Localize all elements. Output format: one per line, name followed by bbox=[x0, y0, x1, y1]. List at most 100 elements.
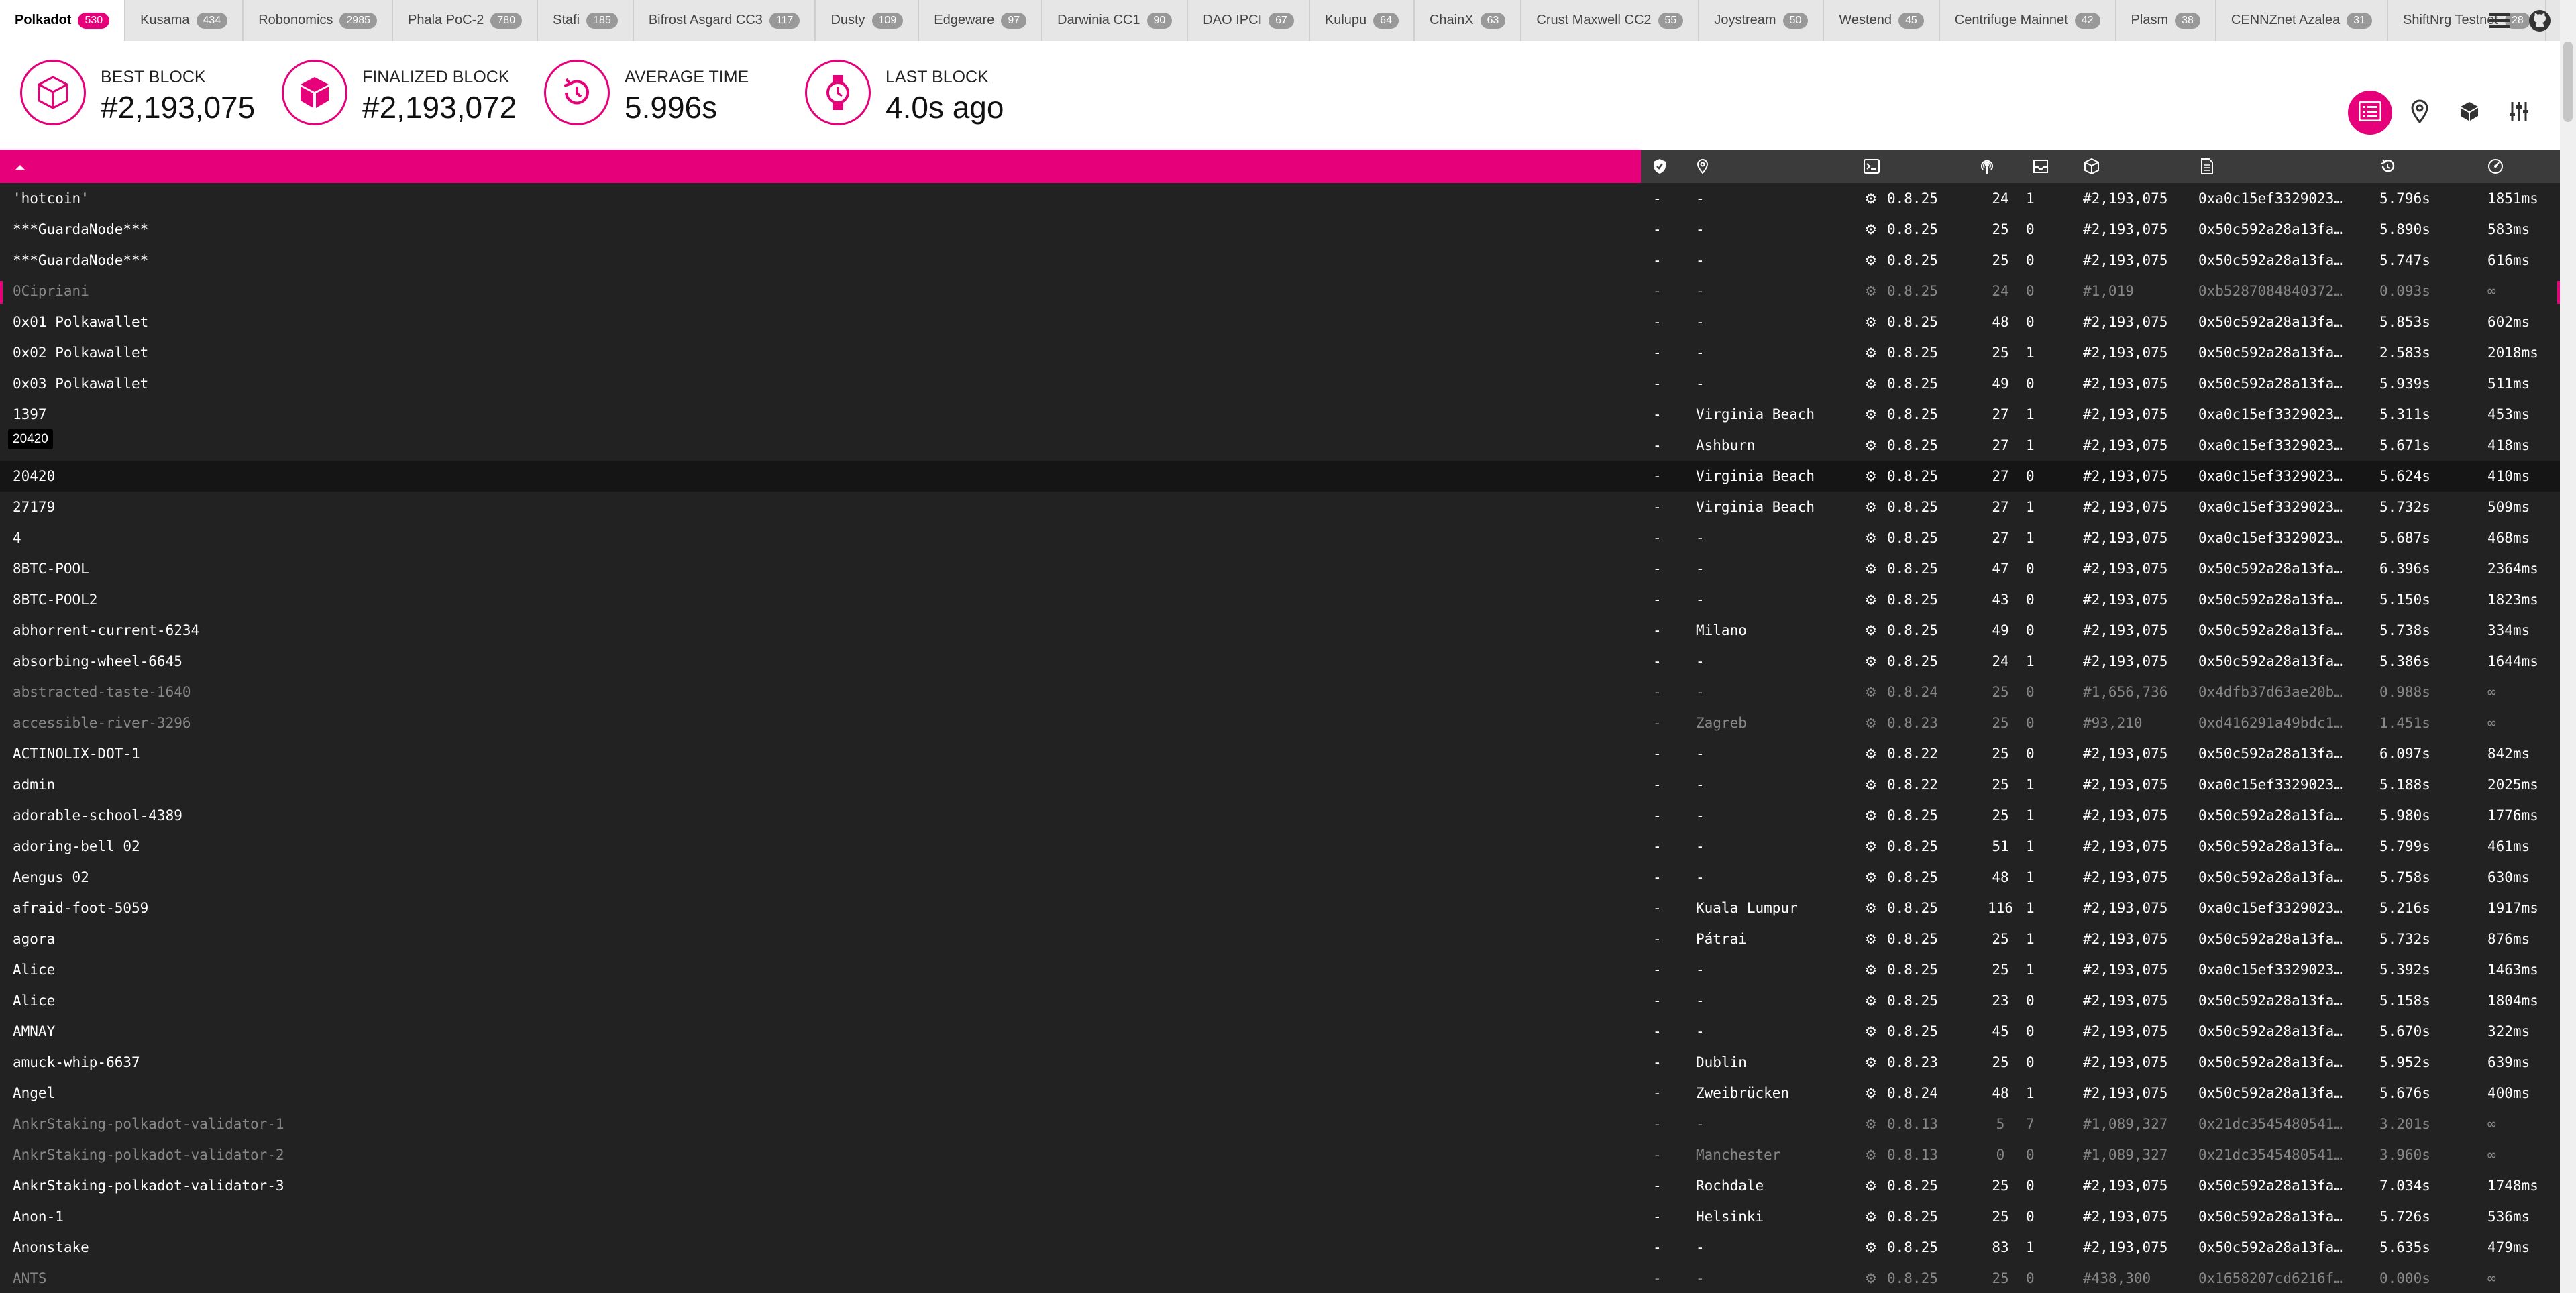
node-row[interactable]: 0x01 Polkawallet - - ⚙ 0.8.25 48 0 #2,193,075 0x… bbox=[0, 306, 2560, 337]
page-scrollbar[interactable] bbox=[2560, 0, 2576, 1293]
chain-tab[interactable]: DAO IPCI 67 bbox=[1188, 0, 1310, 41]
transactions-cell: 0 bbox=[2026, 1208, 2035, 1225]
transactions-cell: 1 bbox=[2026, 653, 2035, 669]
node-row[interactable]: 20420 - Virginia Beach ⚙ 0.8.25 27 0 #2,193,075… bbox=[0, 461, 2560, 492]
node-row[interactable]: AMNAY - - ⚙ 0.8.25 45 0 #2,193,075 0x50c592a28a1… bbox=[0, 1016, 2560, 1047]
node-row[interactable]: Anon-1 - Helsinki ⚙ 0.8.25 25 0 #2,193,075 0x50c… bbox=[0, 1201, 2560, 1232]
block-time-icon[interactable] bbox=[2379, 158, 2396, 175]
version-cell: 0.8.25 bbox=[1887, 900, 1938, 916]
chain-view-button[interactable] bbox=[2447, 91, 2491, 135]
node-row[interactable]: - Ashburn ⚙ 0.8.25 27 1 #2,193,075 0xa0c15ef332… bbox=[0, 430, 2560, 461]
chain-tab[interactable]: Stafi 185 bbox=[538, 0, 634, 41]
list-view-button[interactable] bbox=[2348, 91, 2392, 135]
block-hash-cell: 0xa0c15ef3329023… bbox=[2198, 777, 2343, 793]
validator-cell: - bbox=[1653, 715, 1662, 731]
node-row[interactable]: Aengus 02 - - ⚙ 0.8.25 48 1 #2,193,075 0x50c592a… bbox=[0, 862, 2560, 893]
node-row[interactable]: 8BTC-POOL2 - - ⚙ 0.8.25 43 0 #2,193,075 0x50c592… bbox=[0, 584, 2560, 615]
block-time-cell: 5.150s bbox=[2379, 592, 2430, 608]
chain-tab[interactable]: Bifrost Asgard CC3 117 bbox=[634, 0, 816, 41]
block-number-cell: #2,193,075 bbox=[2083, 468, 2168, 484]
transactions-cell: 0 bbox=[2026, 684, 2035, 700]
chain-tab-node-count: 38 bbox=[2175, 12, 2200, 29]
scrollbar-thumb[interactable] bbox=[2563, 42, 2573, 122]
node-row[interactable]: adoring-bell 02 - - ⚙ 0.8.25 51 1 #2,193,075 0x5… bbox=[0, 831, 2560, 862]
node-row[interactable]: 27179 - Virginia Beach ⚙ 0.8.25 27 1 #2,193,075… bbox=[0, 492, 2560, 522]
chain-tab[interactable]: Joystream 50 bbox=[1699, 0, 1825, 41]
block-hash-cell: 0x50c592a28a13fa… bbox=[2198, 1085, 2343, 1101]
chain-tab-label: ChainX bbox=[1429, 13, 1474, 27]
chain-tab-label: Dusty bbox=[830, 13, 865, 27]
node-row[interactable]: ***GuardaNode*** - - ⚙ 0.8.25 25 0 #2,193,075 0x… bbox=[0, 214, 2560, 245]
node-row[interactable]: 4 - - ⚙ 0.8.25 27 1 #2,193,075 0xa0c15ef3329023…… bbox=[0, 522, 2560, 553]
location-icon[interactable] bbox=[1697, 158, 1709, 175]
node-row[interactable]: ACTINOLIX-DOT-1 - - ⚙ 0.8.22 25 0 #2,193,075 0x5… bbox=[0, 738, 2560, 769]
node-row[interactable]: Alice - - ⚙ 0.8.25 25 1 #2,193,075 0xa0c15ef3329… bbox=[0, 954, 2560, 985]
node-row[interactable]: 0Cipriani - - ⚙ 0.8.25 24 0 #1,019 0xb5287084840… bbox=[0, 276, 2560, 306]
transactions-cell: 0 bbox=[2026, 561, 2035, 577]
node-row[interactable]: afraid-foot-5059 - Kuala Lumpur ⚙ 0.8.25 116 1… bbox=[0, 893, 2560, 923]
node-row[interactable]: accessible-river-3296 - Zagreb ⚙ 0.8.23 25 0 #9… bbox=[0, 708, 2560, 738]
node-row[interactable]: adorable-school-4389 - - ⚙ 0.8.25 25 1 #2,193,0… bbox=[0, 800, 2560, 831]
chain-tab-node-count: 780 bbox=[490, 12, 523, 29]
chain-tab[interactable]: Centrifuge Mainnet 42 bbox=[1940, 0, 2116, 41]
chain-tab[interactable]: Phala PoC-2 780 bbox=[393, 0, 539, 41]
chain-tab[interactable]: Polkadot 530 bbox=[0, 0, 126, 41]
node-row[interactable]: Alice - - ⚙ 0.8.25 23 0 #2,193,075 0x50c592a28a1… bbox=[0, 985, 2560, 1016]
node-row[interactable]: abstracted-taste-1640 - - ⚙ 0.8.24 25 0 #1,656,… bbox=[0, 677, 2560, 708]
node-row[interactable]: absorbing-wheel-6645 - - ⚙ 0.8.25 24 1 #2,193,0… bbox=[0, 646, 2560, 677]
peers-cell: 25 bbox=[1992, 715, 2009, 731]
chain-tab[interactable]: CENNZnet Azalea 31 bbox=[2216, 0, 2388, 41]
block-hash-icon[interactable] bbox=[2200, 158, 2214, 175]
settings-view-button[interactable] bbox=[2497, 91, 2541, 135]
chain-tab[interactable]: Crust Maxwell CC2 55 bbox=[1521, 0, 1700, 41]
node-row[interactable]: abhorrent-current-6234 - Milano ⚙ 0.8.25 49 0 #… bbox=[0, 615, 2560, 646]
propagation-icon[interactable] bbox=[2487, 158, 2504, 175]
implementation-icon[interactable] bbox=[1864, 158, 1880, 175]
node-row[interactable]: admin - - ⚙ 0.8.22 25 1 #2,193,075 0xa0c15ef3329… bbox=[0, 769, 2560, 800]
menu-icon[interactable] bbox=[2479, 0, 2520, 41]
node-row[interactable]: 0x03 Polkawallet - - ⚙ 0.8.25 49 0 #2,193,075 0x… bbox=[0, 368, 2560, 399]
location-cell: - bbox=[1696, 530, 1705, 546]
node-row[interactable]: 'hotcoin' - - ⚙ 0.8.25 24 1 #2,193,075 0xa0c15ef… bbox=[0, 183, 2560, 214]
chain-tab[interactable]: Edgeware 97 bbox=[919, 0, 1043, 41]
node-row[interactable]: Anonstake - - ⚙ 0.8.25 83 1 #2,193,075 0x50c592a… bbox=[0, 1232, 2560, 1263]
chain-tab[interactable]: Robonomics 2985 bbox=[244, 0, 393, 41]
node-row[interactable]: 1397 - Virginia Beach ⚙ 0.8.25 27 1 #2,193,075 0… bbox=[0, 399, 2560, 430]
chain-tab[interactable]: ChainX 63 bbox=[1415, 0, 1522, 41]
node-row[interactable]: 0x02 Polkawallet - - ⚙ 0.8.25 25 1 #2,193,075 0x… bbox=[0, 337, 2560, 368]
validator-icon[interactable] bbox=[1652, 158, 1667, 175]
github-icon[interactable] bbox=[2520, 0, 2560, 41]
propagation-time-cell: 2364ms bbox=[2487, 561, 2538, 577]
transactions-icon[interactable] bbox=[2033, 158, 2049, 175]
peers-icon[interactable] bbox=[1979, 158, 1995, 175]
location-cell: - bbox=[1696, 1270, 1705, 1286]
chain-tab-label: DAO IPCI bbox=[1203, 13, 1263, 27]
node-row[interactable]: Angel - Zweibrücken ⚙ 0.8.24 48 1 #2,193,075 0x5… bbox=[0, 1078, 2560, 1109]
chain-tab[interactable]: Dusty 109 bbox=[816, 0, 920, 41]
node-row[interactable]: AnkrStaking-polkadot-validator-2 - Manches… bbox=[0, 1139, 2560, 1170]
name-column-header[interactable] bbox=[0, 150, 1641, 183]
node-row[interactable]: 8BTC-POOL - - ⚙ 0.8.25 47 0 #2,193,075 0x50c592a… bbox=[0, 553, 2560, 584]
block-icon[interactable] bbox=[2084, 158, 2099, 175]
block-hash-cell: 0xa0c15ef3329023… bbox=[2198, 406, 2343, 423]
node-row[interactable]: agora - Pátrai ⚙ 0.8.25 25 1 #2,193,075 0x50c592… bbox=[0, 923, 2560, 954]
node-row[interactable]: ***GuardaNode*** - - ⚙ 0.8.25 25 0 #2,193,075 0x… bbox=[0, 245, 2560, 276]
chain-tab-label: Stafi bbox=[553, 13, 580, 27]
block-hash-cell: 0x50c592a28a13fa… bbox=[2198, 869, 2343, 885]
node-row[interactable]: amuck-whip-6637 - Dublin ⚙ 0.8.23 25 0 #2,193,0… bbox=[0, 1047, 2560, 1078]
node-row[interactable]: ANTS - - ⚙ 0.8.25 25 0 #438,300 0x1658207cd6216f… bbox=[0, 1263, 2560, 1293]
map-view-button[interactable] bbox=[2398, 91, 2442, 135]
propagation-time-cell: 334ms bbox=[2487, 622, 2530, 638]
chain-tab[interactable]: Plasm 38 bbox=[2116, 0, 2216, 41]
peers-cell: 25 bbox=[1992, 746, 2009, 762]
chain-tab[interactable]: Kulupu 64 bbox=[1310, 0, 1415, 41]
chain-tab[interactable]: Westend 45 bbox=[1824, 0, 1940, 41]
location-cell: Virginia Beach bbox=[1696, 406, 1815, 423]
node-row[interactable]: AnkrStaking-polkadot-validator-1 - - ⚙ 0.8.1… bbox=[0, 1109, 2560, 1139]
implementation-gear-icon: ⚙ bbox=[1865, 499, 1877, 515]
chain-tab[interactable]: Darwinia CC1 90 bbox=[1042, 0, 1189, 41]
propagation-time-cell: 602ms bbox=[2487, 314, 2530, 330]
chain-tab[interactable]: Kusama 434 bbox=[125, 0, 244, 41]
node-row[interactable]: AnkrStaking-polkadot-validator-3 - Rochdal… bbox=[0, 1170, 2560, 1201]
validator-cell: - bbox=[1653, 838, 1662, 854]
